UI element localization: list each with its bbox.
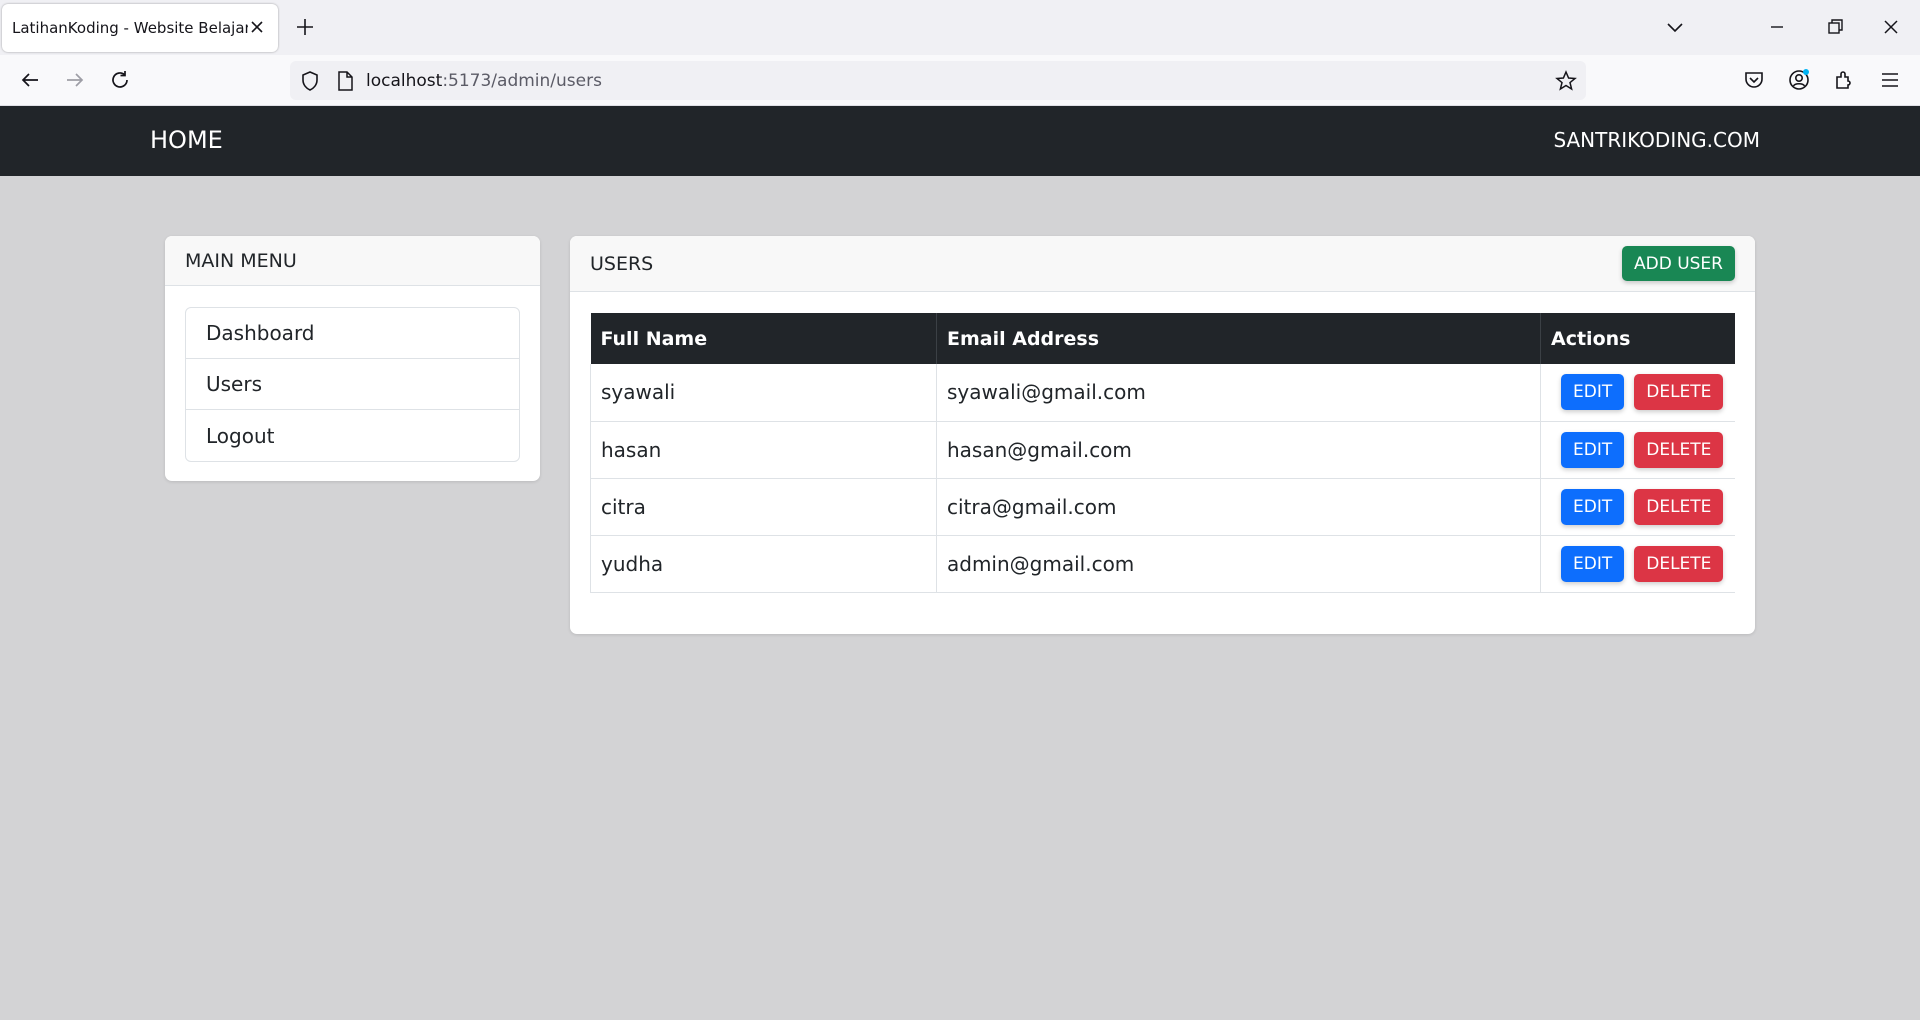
add-user-button[interactable]: ADD USER [1621,246,1735,281]
star-icon[interactable] [1554,69,1578,93]
site-link[interactable]: SANTRIKODING.COM [1553,128,1760,152]
minimize-icon[interactable] [1766,16,1788,38]
user-name: citra [590,478,937,536]
main-menu-card: MAIN MENU Dashboard Users Logout [165,236,540,481]
url-path: :5173/admin/users [442,71,602,91]
edit-button[interactable]: EDIT [1561,431,1625,468]
user-email: hasan@gmail.com [936,421,1541,479]
table-row: citra citra@gmail.com EDIT DELETE [590,478,1735,536]
user-name: syawali [590,364,937,422]
delete-button[interactable]: DELETE [1634,431,1724,468]
restore-icon[interactable] [1824,16,1846,38]
browser-toolbar: localhost:5173/admin/users [0,55,1920,106]
users-table: Full Name Email Address Actions syawali … [590,313,1735,593]
edit-button[interactable]: EDIT [1561,488,1625,525]
column-header-actions: Actions [1540,313,1735,364]
plus-icon[interactable] [294,16,316,38]
browser-tab-bar: LatihanKoding - Website Belajar Coding [0,0,1920,55]
forward-arrow-icon[interactable] [63,68,87,92]
menu-icon[interactable] [1878,68,1902,92]
window-close-icon[interactable] [1880,16,1902,38]
menu-list: Dashboard Users Logout [185,307,520,462]
extensions-icon[interactable] [1832,68,1856,92]
table-row: yudha admin@gmail.com EDIT DELETE [590,535,1735,593]
close-icon[interactable] [248,18,266,36]
account-icon[interactable] [1787,68,1811,92]
row-actions: EDIT DELETE [1540,535,1735,593]
user-email: citra@gmail.com [936,478,1541,536]
pocket-icon[interactable] [1742,68,1766,92]
browser-tab[interactable]: LatihanKoding - Website Belajar Coding [2,4,278,52]
table-row: hasan hasan@gmail.com EDIT DELETE [590,421,1735,479]
tab-title: LatihanKoding - Website Belajar Coding [12,19,248,37]
delete-button[interactable]: DELETE [1634,488,1724,525]
chevron-down-icon[interactable] [1664,16,1686,38]
edit-button[interactable]: EDIT [1561,545,1625,582]
delete-button[interactable]: DELETE [1634,545,1724,582]
users-card: USERS ADD USER Full Name Email Address A… [570,236,1755,634]
menu-item-dashboard[interactable]: Dashboard [186,308,519,359]
shield-icon[interactable] [298,69,322,93]
url-host: localhost [366,71,443,91]
brand-link[interactable]: HOME [150,126,223,154]
menu-item-users[interactable]: Users [186,359,519,410]
users-title: USERS [590,252,654,275]
user-name: yudha [590,535,937,593]
column-header-email: Email Address [936,313,1541,364]
table-row: syawali syawali@gmail.com EDIT DELETE [590,364,1735,422]
app-navbar: HOME SANTRIKODING.COM [0,106,1920,176]
reload-icon[interactable] [108,68,132,92]
main-menu-title: MAIN MENU [165,236,540,286]
column-header-name: Full Name [590,313,937,364]
users-card-header: USERS ADD USER [570,236,1755,292]
row-actions: EDIT DELETE [1540,478,1735,536]
user-name: hasan [590,421,937,479]
user-email: admin@gmail.com [936,535,1541,593]
page-icon [338,71,353,91]
row-actions: EDIT DELETE [1540,364,1735,422]
url-bar[interactable]: localhost:5173/admin/users [290,61,1586,100]
row-actions: EDIT DELETE [1540,421,1735,479]
user-email: syawali@gmail.com [936,364,1541,422]
delete-button[interactable]: DELETE [1634,374,1724,411]
table-header-row: Full Name Email Address Actions [590,313,1735,364]
edit-button[interactable]: EDIT [1561,374,1625,411]
back-arrow-icon[interactable] [18,68,42,92]
menu-item-logout[interactable]: Logout [186,410,519,461]
url-text[interactable]: localhost:5173/admin/users [366,71,602,91]
